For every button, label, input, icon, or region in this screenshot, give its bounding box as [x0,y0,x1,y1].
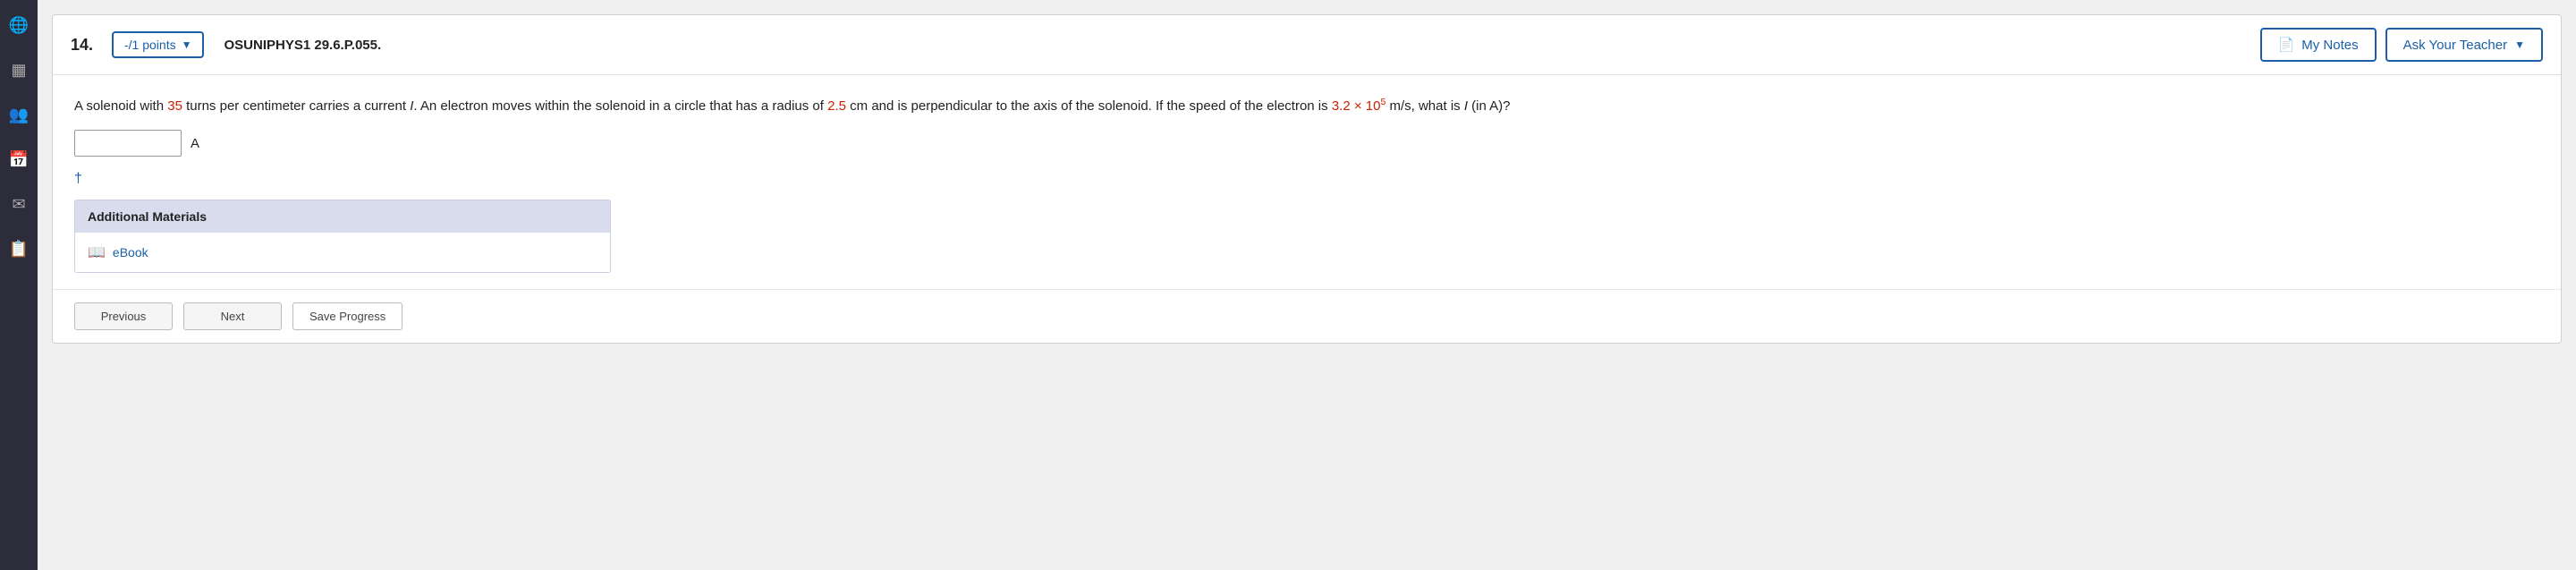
my-notes-button[interactable]: 📄 My Notes [2260,28,2377,62]
additional-materials-body: 📖 eBook [75,233,610,272]
red-value-2: 2.5 [827,98,846,114]
question-card: 14. -/1 points ▼ OSUNIPHYS1 29.6.P.055. … [52,14,2562,344]
text4: m/s, what is [1385,98,1464,114]
notes-icon: 📄 [2278,37,2295,53]
red-value-3: 3.2 × 105 [1332,98,1385,114]
next-button[interactable]: Next [183,302,282,330]
text2: . An electron moves within the solenoid … [413,98,827,114]
text-before-red1: A solenoid with [74,98,167,114]
users-icon[interactable]: 👥 [4,100,33,129]
ebook-icon: 📖 [88,243,106,261]
answer-row: A [74,130,2539,157]
calendar-icon[interactable]: 📅 [4,145,33,174]
dagger-symbol: † [74,171,2539,187]
text3: cm and is perpendicular to the axis of t… [846,98,1332,114]
points-label: -/1 points [124,38,176,52]
mail-icon[interactable]: ✉ [4,190,33,218]
answer-input[interactable] [74,130,182,157]
additional-materials-panel: Additional Materials 📖 eBook [74,200,611,273]
globe-icon[interactable]: 🌐 [4,11,33,39]
document-icon[interactable]: 📋 [4,234,33,263]
points-button[interactable]: -/1 points ▼ [112,31,204,58]
question-code: OSUNIPHYS1 29.6.P.055. [224,38,381,53]
unit-label: A [191,136,199,151]
card-header: 14. -/1 points ▼ OSUNIPHYS1 29.6.P.055. … [53,15,2561,75]
question-text: A solenoid with 35 turns per centimeter … [74,95,2539,117]
question-number: 14. [71,36,97,55]
ask-teacher-label: Ask Your Teacher [2403,38,2507,53]
card-body: A solenoid with 35 turns per centimeter … [53,75,2561,289]
main-content: 14. -/1 points ▼ OSUNIPHYS1 29.6.P.055. … [38,0,2576,570]
red-value-1: 35 [167,98,182,114]
additional-materials-header: Additional Materials [75,200,610,233]
chevron-down-icon: ▼ [182,38,192,51]
ebook-label: eBook [113,245,148,259]
my-notes-label: My Notes [2301,38,2358,53]
ebook-link[interactable]: 📖 eBook [88,243,597,261]
layout-icon[interactable]: ▦ [4,55,33,84]
previous-button[interactable]: Previous [74,302,173,330]
ask-teacher-chevron-icon: ▼ [2514,38,2525,51]
card-footer: Previous Next Save Progress [53,289,2561,343]
save-progress-button[interactable]: Save Progress [292,302,402,330]
ask-teacher-button[interactable]: Ask Your Teacher ▼ [2385,28,2543,62]
header-actions: 📄 My Notes Ask Your Teacher ▼ [2260,28,2543,62]
text5: (in A)? [1468,98,1511,114]
text-after-red1: turns per centimeter carries a current [182,98,410,114]
sidebar: 🌐 ▦ 👥 📅 ✉ 📋 [0,0,38,570]
